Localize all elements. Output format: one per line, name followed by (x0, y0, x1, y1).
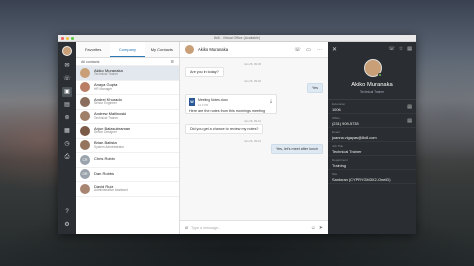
chat-panel: Akiko Muranaka ☏ ▭ ⋯ Jan 26, 09:30 Are y… (180, 42, 328, 234)
field-department: Department Training (328, 156, 416, 170)
status-badge (378, 73, 382, 77)
message-out: Yes, let's meet after lunch (271, 144, 323, 154)
file-caption: Here are the notes from this mornings me… (189, 108, 266, 113)
help-icon[interactable]: ? (62, 207, 72, 217)
call-icon[interactable]: ☏ (294, 47, 301, 53)
list-item[interactable]: David Ruiz Administrative Assistant (76, 182, 179, 197)
composer: ⌀ Type a message... ☺ ➤ (180, 220, 328, 234)
list-item[interactable]: Arjun Balasubraman Senior Designer (76, 124, 179, 139)
message-icon[interactable]: ✉ (62, 61, 72, 71)
more-icon[interactable]: ⋯ (316, 47, 323, 53)
avatar (185, 45, 194, 54)
field-extension: Extension 1006 ▤ (328, 100, 416, 114)
profile-name: Akiko Muranaka (351, 82, 393, 88)
list-item[interactable]: DR Dan Robbs (76, 168, 179, 182)
list-item[interactable]: Brian Batista System Administrator (76, 139, 179, 153)
voicemail-icon[interactable]: ⊚ (62, 113, 72, 123)
app-window: 8x8 - Virtual Office (Available) ✉ ☏ ▣ ▤… (58, 35, 416, 234)
list-item[interactable]: Anaya Gupta HR Manager (76, 81, 179, 95)
file-size: 12.3 KB (198, 102, 208, 107)
profile-actions: ☏ ☆ ▤ (389, 46, 412, 52)
contacts-panel: Favorites Company My Contacts All contac… (76, 42, 180, 234)
profile-header: ✕ ☏ ☆ ▤ Akiko Muranaka Technical Trainer (328, 42, 416, 100)
contacts-icon[interactable]: ▣ (62, 87, 72, 97)
chat-icon[interactable]: ▤ (407, 104, 412, 110)
window-title: 8x8 - Virtual Office (Available) (213, 36, 261, 40)
profile-fields: Extension 1006 ▤ Office (231) 909-5735 ▤… (328, 100, 416, 234)
chat-header: Akiko Muranaka ☏ ▭ ⋯ (180, 42, 328, 58)
field-site: Site Santoran (CYPRYGM3X2-OneID) (328, 170, 416, 184)
message-area: Jan 26, 09:30 Are you in today? Jan 26, … (180, 58, 328, 220)
filter-label: All contacts (81, 59, 100, 64)
settings-icon[interactable]: ⚙ (62, 220, 72, 230)
attach-icon[interactable]: ⌀ (185, 225, 188, 231)
send-icon[interactable]: ➤ (319, 225, 323, 231)
chat-icon[interactable]: ▤ (407, 118, 412, 124)
contact-tabs: Favorites Company My Contacts (76, 42, 179, 58)
message-input[interactable]: Type a message... (191, 226, 308, 230)
video-icon[interactable]: ▭ (305, 47, 312, 53)
fax-icon[interactable]: ⎙ (62, 152, 72, 162)
list-item[interactable]: Akiko Muranaka Technical Trainer (76, 66, 179, 81)
field-job-title: Job Title Technical Trainer (328, 142, 416, 156)
avatar (80, 183, 90, 194)
avatar: CR (80, 154, 90, 165)
timestamp: Jan 26, 09:44 (244, 139, 261, 143)
tab-favorites[interactable]: Favorites (76, 42, 110, 57)
field-office: Office (231) 909-5735 ▤ (328, 114, 416, 128)
message-in: Are you in today? (185, 67, 224, 77)
meetings-icon[interactable]: ◷ (62, 139, 72, 149)
avatar (80, 140, 90, 151)
phone-icon[interactable]: ☏ (62, 74, 72, 84)
message-in: Did you get a chance to review my notes? (185, 124, 264, 134)
field-email: Email joanna.vigayas@8x8.com (328, 128, 416, 142)
call-icon[interactable]: ☏ (389, 46, 395, 52)
message-icon[interactable]: ▤ (407, 46, 412, 52)
title-bar: 8x8 - Virtual Office (Available) (58, 35, 416, 42)
favorite-star-icon[interactable]: ☆ (399, 46, 403, 52)
chat-contact-name: Akiko Muranaka (198, 47, 229, 52)
contacts-filter[interactable]: All contacts ☰ (76, 58, 179, 66)
nav-rail: ✉ ☏ ▣ ▤ ⊚ ▦ ◷ ⎙ ? ⚙ (58, 42, 76, 234)
timestamp: Jan 26, 09:32 (244, 79, 261, 83)
timestamp: Jan 26, 09:30 (244, 62, 261, 66)
avatar (80, 82, 90, 93)
my-avatar[interactable] (62, 46, 72, 56)
avatar (80, 96, 90, 107)
list-item[interactable]: Andrew Mallinoski Technical Trainer (76, 110, 179, 124)
profile-panel: ✕ ☏ ☆ ▤ Akiko Muranaka Technical Trainer… (328, 42, 416, 234)
avatar (80, 111, 90, 122)
word-doc-icon: W (189, 98, 195, 106)
tab-my-contacts[interactable]: My Contacts (145, 42, 179, 57)
avatar (80, 67, 90, 78)
contact-list: Akiko Muranaka Technical Trainer Anaya Gu… (76, 66, 179, 234)
list-item[interactable]: Andrei Khurado Senior Engineer (76, 95, 179, 110)
file-name: Meeting Notes.docx (198, 98, 228, 102)
filter-menu-icon[interactable]: ☰ (171, 60, 174, 64)
calendar-icon[interactable]: ▦ (62, 126, 72, 136)
file-attachment[interactable]: W Meeting Notes.docx 12.3 KB ⤓ Here are … (185, 94, 277, 114)
download-icon[interactable]: ⤓ (270, 98, 272, 103)
emoji-icon[interactable]: ☺ (311, 225, 316, 231)
close-icon[interactable]: ✕ (332, 46, 337, 53)
timestamp: Jan 26, 09:41 (244, 119, 261, 123)
profile-role: Technical Trainer (359, 89, 385, 94)
avatar: DR (80, 169, 90, 180)
message-out: Yes (306, 83, 323, 93)
avatar (80, 125, 90, 136)
chat-icon[interactable]: ▤ (62, 100, 72, 110)
list-item[interactable]: CR Chris Robin (76, 153, 179, 168)
tab-company[interactable]: Company (110, 42, 145, 57)
